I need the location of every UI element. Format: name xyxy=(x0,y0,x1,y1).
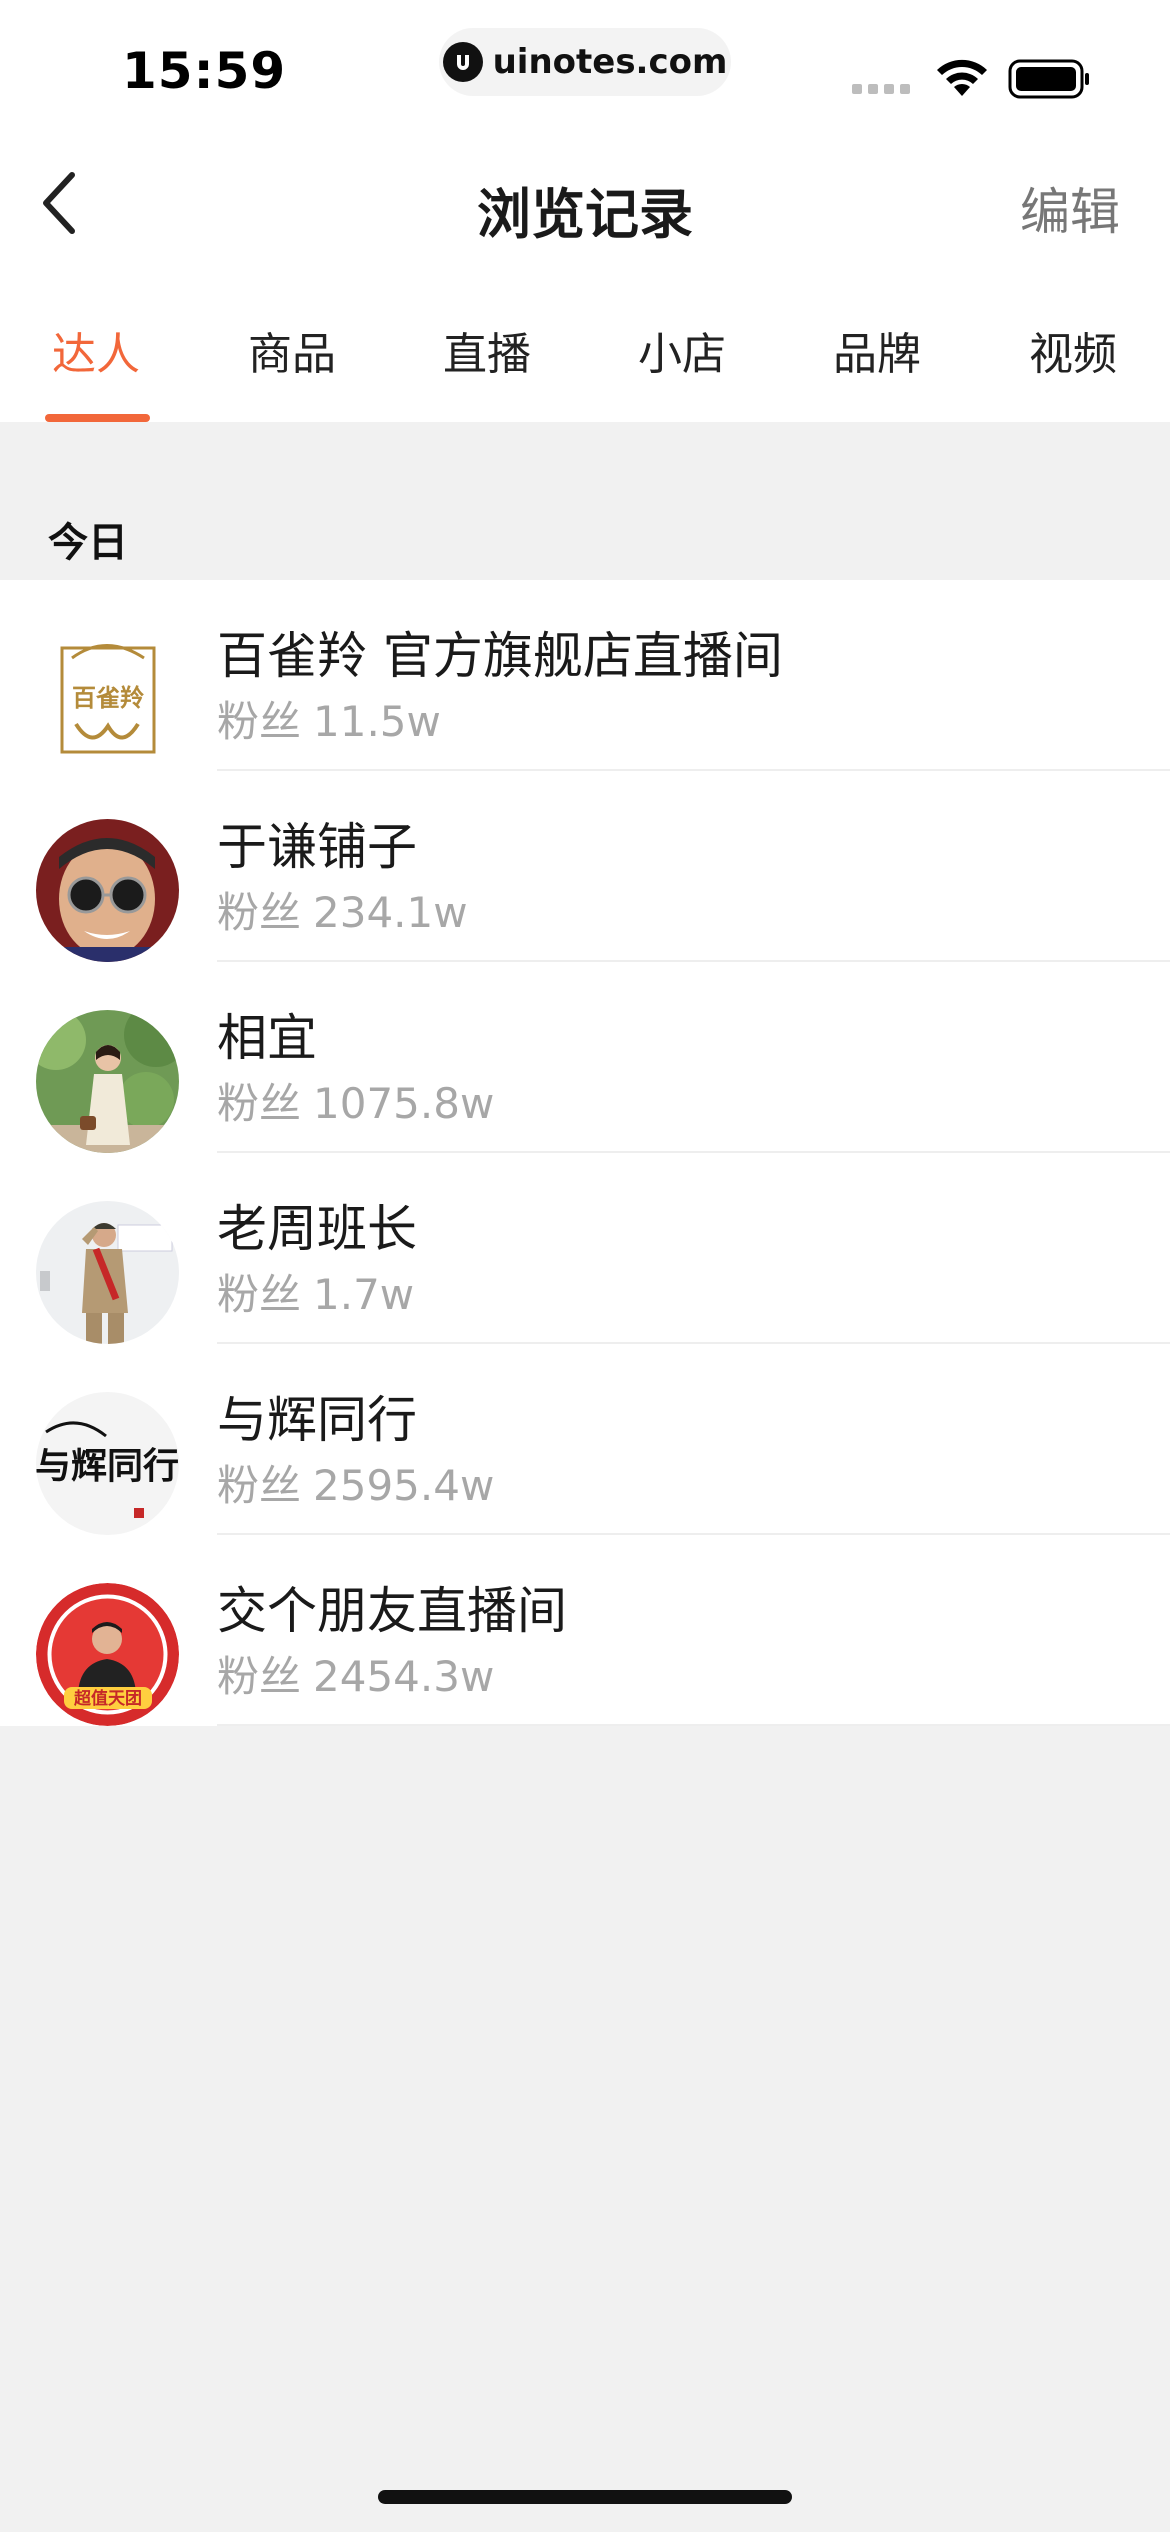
list-item[interactable]: 百雀羚 百雀羚 官方旗舰店直播间 粉丝 11.5w xyxy=(0,580,1170,771)
item-name: 交个朋友直播间 xyxy=(217,1582,567,1640)
man-with-sunglasses-avatar xyxy=(36,819,179,962)
url-pill[interactable]: uinotes.com xyxy=(439,28,731,96)
chevron-left-icon xyxy=(38,171,78,239)
tab-live[interactable]: 直播 xyxy=(443,318,531,382)
soldier-saluting-avatar xyxy=(36,1201,179,1344)
brand-logo-avatar: 百雀羚 xyxy=(36,628,179,771)
brand-logo-text: 百雀羚 xyxy=(72,683,144,712)
site-logo-icon xyxy=(442,42,483,82)
avatar-badge-text: 超值天团 xyxy=(74,1688,142,1709)
battery-icon xyxy=(1008,58,1092,104)
item-fans: 粉丝 234.1w xyxy=(217,888,468,937)
tab-brand[interactable]: 品牌 xyxy=(833,318,921,382)
tab-daren[interactable]: 达人 xyxy=(52,318,140,382)
calligraphy-logo-avatar: 与辉同行 xyxy=(36,1392,179,1535)
item-name: 与辉同行 xyxy=(217,1391,417,1449)
list-item[interactable]: 超值天团 交个朋友直播间 粉丝 2454.3w xyxy=(0,1535,1170,1726)
section-title-today: 今日 xyxy=(48,520,128,566)
tab-goods[interactable]: 商品 xyxy=(248,318,336,382)
list-item[interactable]: 相宜 粉丝 1075.8w xyxy=(0,962,1170,1153)
tab-shop[interactable]: 小店 xyxy=(638,318,726,382)
tab-video[interactable]: 视频 xyxy=(1029,318,1117,382)
item-fans: 粉丝 2595.4w xyxy=(217,1461,495,1510)
man-red-badge-avatar: 超值天团 xyxy=(36,1583,179,1726)
list-item[interactable]: 老周班长 粉丝 1.7w xyxy=(0,1153,1170,1344)
list-item[interactable]: 于谦铺子 粉丝 234.1w xyxy=(0,771,1170,962)
woman-in-garden-avatar xyxy=(36,1010,179,1153)
active-tab-indicator xyxy=(45,414,150,422)
url-text: uinotes.com xyxy=(492,42,728,82)
item-fans: 粉丝 1.7w xyxy=(217,1270,415,1319)
item-fans: 粉丝 2454.3w xyxy=(217,1652,495,1701)
item-name: 相宜 xyxy=(217,1009,317,1067)
item-name: 老周班长 xyxy=(217,1200,417,1258)
item-name: 百雀羚 官方旗舰店直播间 xyxy=(217,627,783,685)
divider xyxy=(217,1724,1170,1726)
item-fans: 粉丝 1075.8w xyxy=(217,1079,495,1128)
browse-history-list: 百雀羚 百雀羚 官方旗舰店直播间 粉丝11.5w 于谦铺子 粉丝234.1w xyxy=(0,580,1170,1726)
signal-dots-icon xyxy=(852,84,910,94)
home-indicator[interactable] xyxy=(378,2490,792,2504)
wifi-icon xyxy=(934,58,990,102)
edit-button[interactable]: 编辑 xyxy=(1020,172,1120,244)
back-button[interactable] xyxy=(38,170,98,240)
category-tabs: 达人 商品 直播 小店 品牌 视频 xyxy=(0,318,1170,422)
item-name: 于谦铺子 xyxy=(217,818,417,876)
status-time: 15:59 xyxy=(122,42,287,100)
calligraphy-logo-text: 与辉同行 xyxy=(36,1445,179,1487)
page-title: 浏览记录 xyxy=(477,183,693,246)
item-fans: 粉丝 11.5w xyxy=(217,697,441,746)
list-item[interactable]: 与辉同行 与辉同行 粉丝 2595.4w xyxy=(0,1344,1170,1535)
